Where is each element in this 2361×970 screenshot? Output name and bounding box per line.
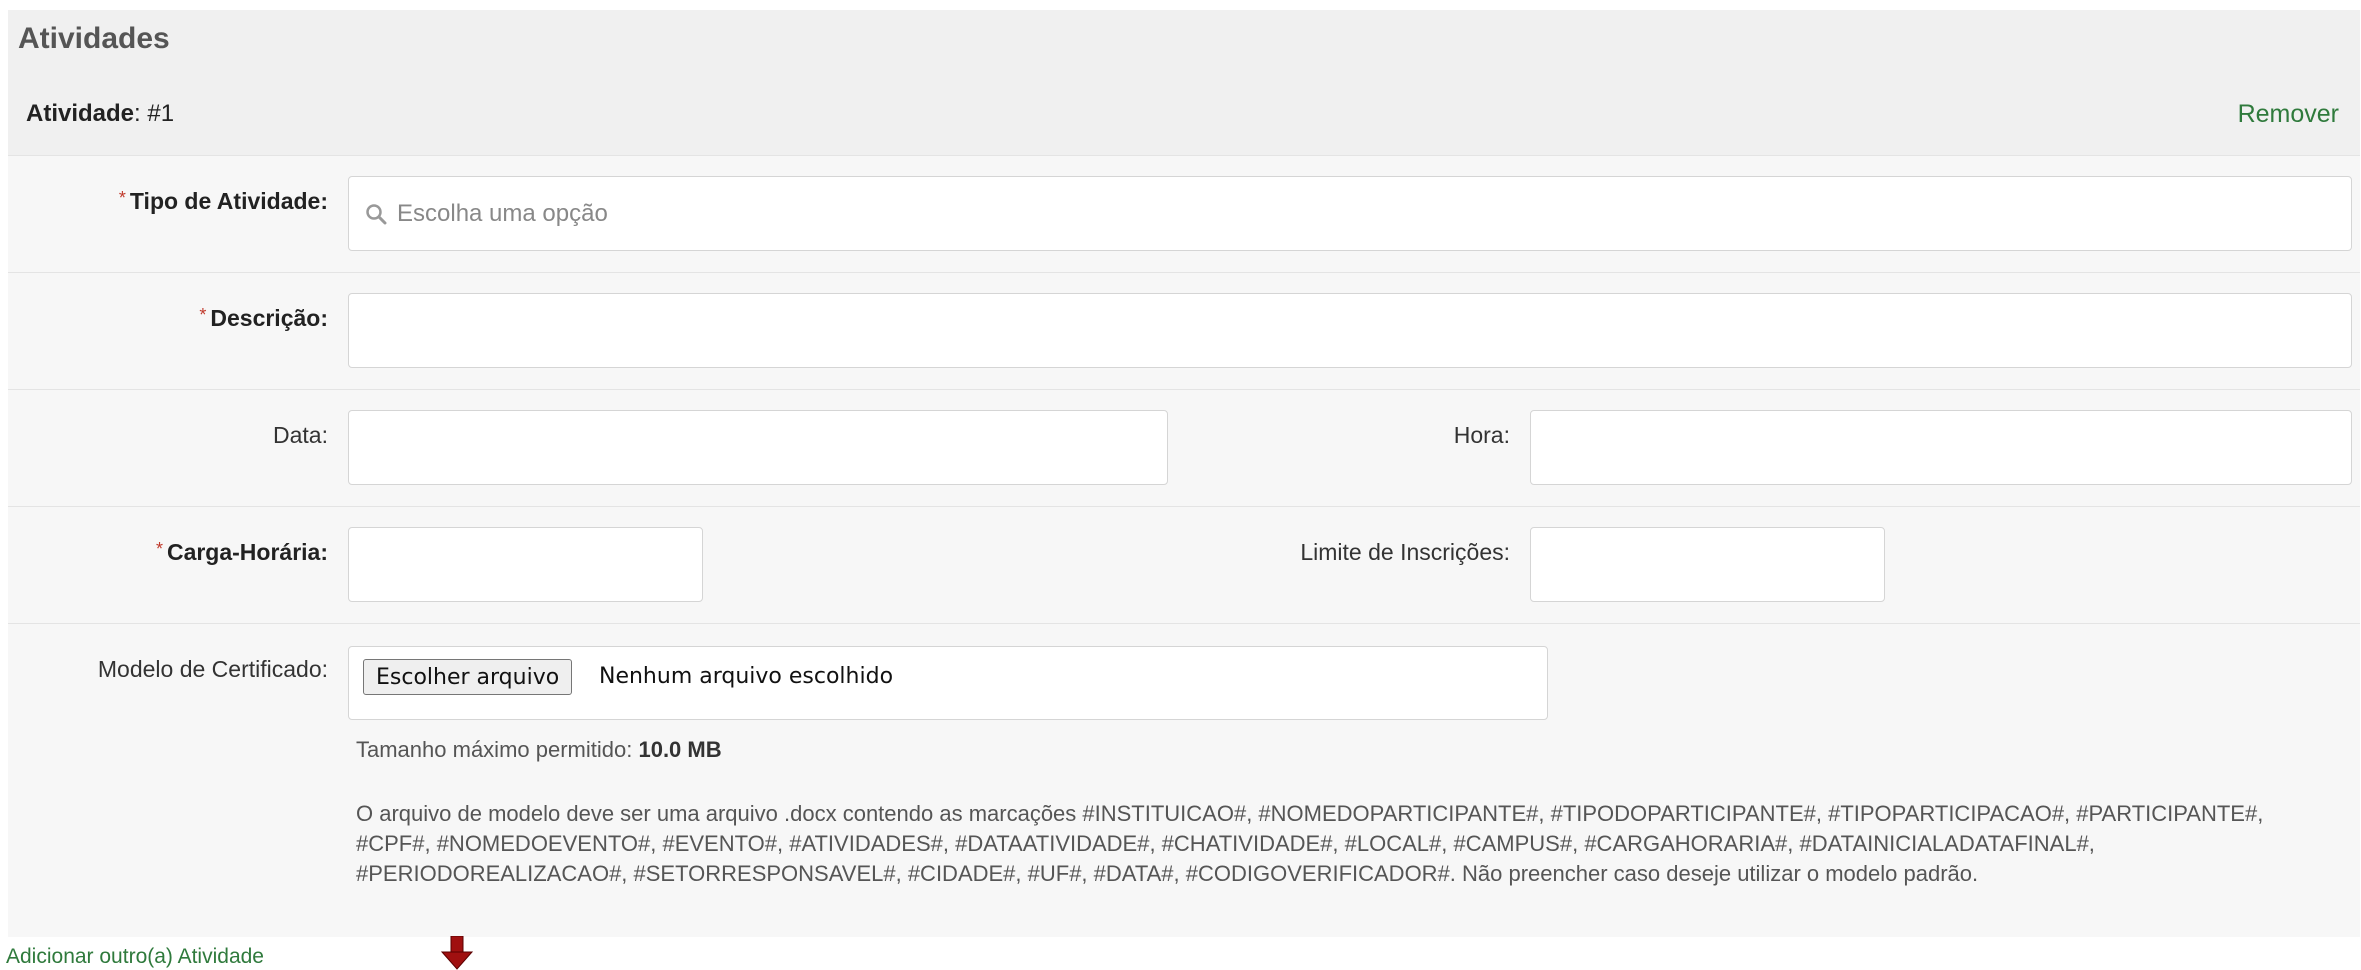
form-row-data-hora: Data: Hora: — [8, 389, 2360, 507]
limite-label: Limite de Inscrições: — [1300, 539, 1510, 565]
add-activity-link[interactable]: Adicionar outro(a) Atividade — [6, 945, 264, 969]
activity-form: * Tipo de Atividade: Escolha uma opção * D… — [8, 155, 2360, 937]
modelo-file-input[interactable]: Escolher arquivo Nenhum arquivo escolhid… — [348, 646, 1548, 720]
form-row-tipo: * Tipo de Atividade: Escolha uma opção — [8, 155, 2360, 273]
modelo-label: Modelo de Certificado: — [97, 656, 328, 682]
tipo-placeholder: Escolha uma opção — [397, 199, 608, 227]
descricao-label: * Descrição: — [199, 305, 328, 331]
modelo-help-text: O arquivo de modelo deve ser uma arquivo… — [356, 801, 2264, 886]
carga-label: * Carga-Horária: — [155, 539, 328, 565]
limite-input[interactable] — [1530, 527, 1885, 602]
data-input[interactable] — [348, 410, 1168, 485]
panel-title: Atividades — [18, 22, 170, 55]
form-row-descricao: * Descrição: — [8, 272, 2360, 390]
form-row-modelo: Modelo de Certificado: Escolher arquivo … — [8, 623, 2360, 938]
hora-label: Hora: — [1453, 422, 1510, 448]
file-status: Nenhum arquivo escolhido — [599, 664, 894, 689]
activity-label: Atividade — [26, 100, 135, 127]
max-size-hint: Tamanho máximo permitido: 10.0 MB — [356, 737, 722, 762]
data-label: Data: — [273, 422, 328, 448]
descricao-input[interactable] — [348, 293, 2352, 368]
activity-number: : #1 — [134, 100, 175, 127]
choose-file-button[interactable]: Escolher arquivo — [363, 659, 573, 695]
form-row-carga-limite: * Carga-Horária: Limite de Inscrições: — [8, 506, 2360, 624]
activity-header: Atividade: #1 — [26, 100, 174, 128]
hora-input[interactable] — [1530, 410, 2352, 485]
down-arrow-icon — [440, 936, 474, 970]
search-icon — [366, 203, 387, 224]
carga-input[interactable] — [348, 527, 703, 602]
tipo-label: * Tipo de Atividade: — [118, 188, 328, 214]
tipo-select[interactable]: Escolha uma opção — [348, 176, 2352, 251]
remove-link[interactable]: Remover — [2238, 100, 2339, 129]
